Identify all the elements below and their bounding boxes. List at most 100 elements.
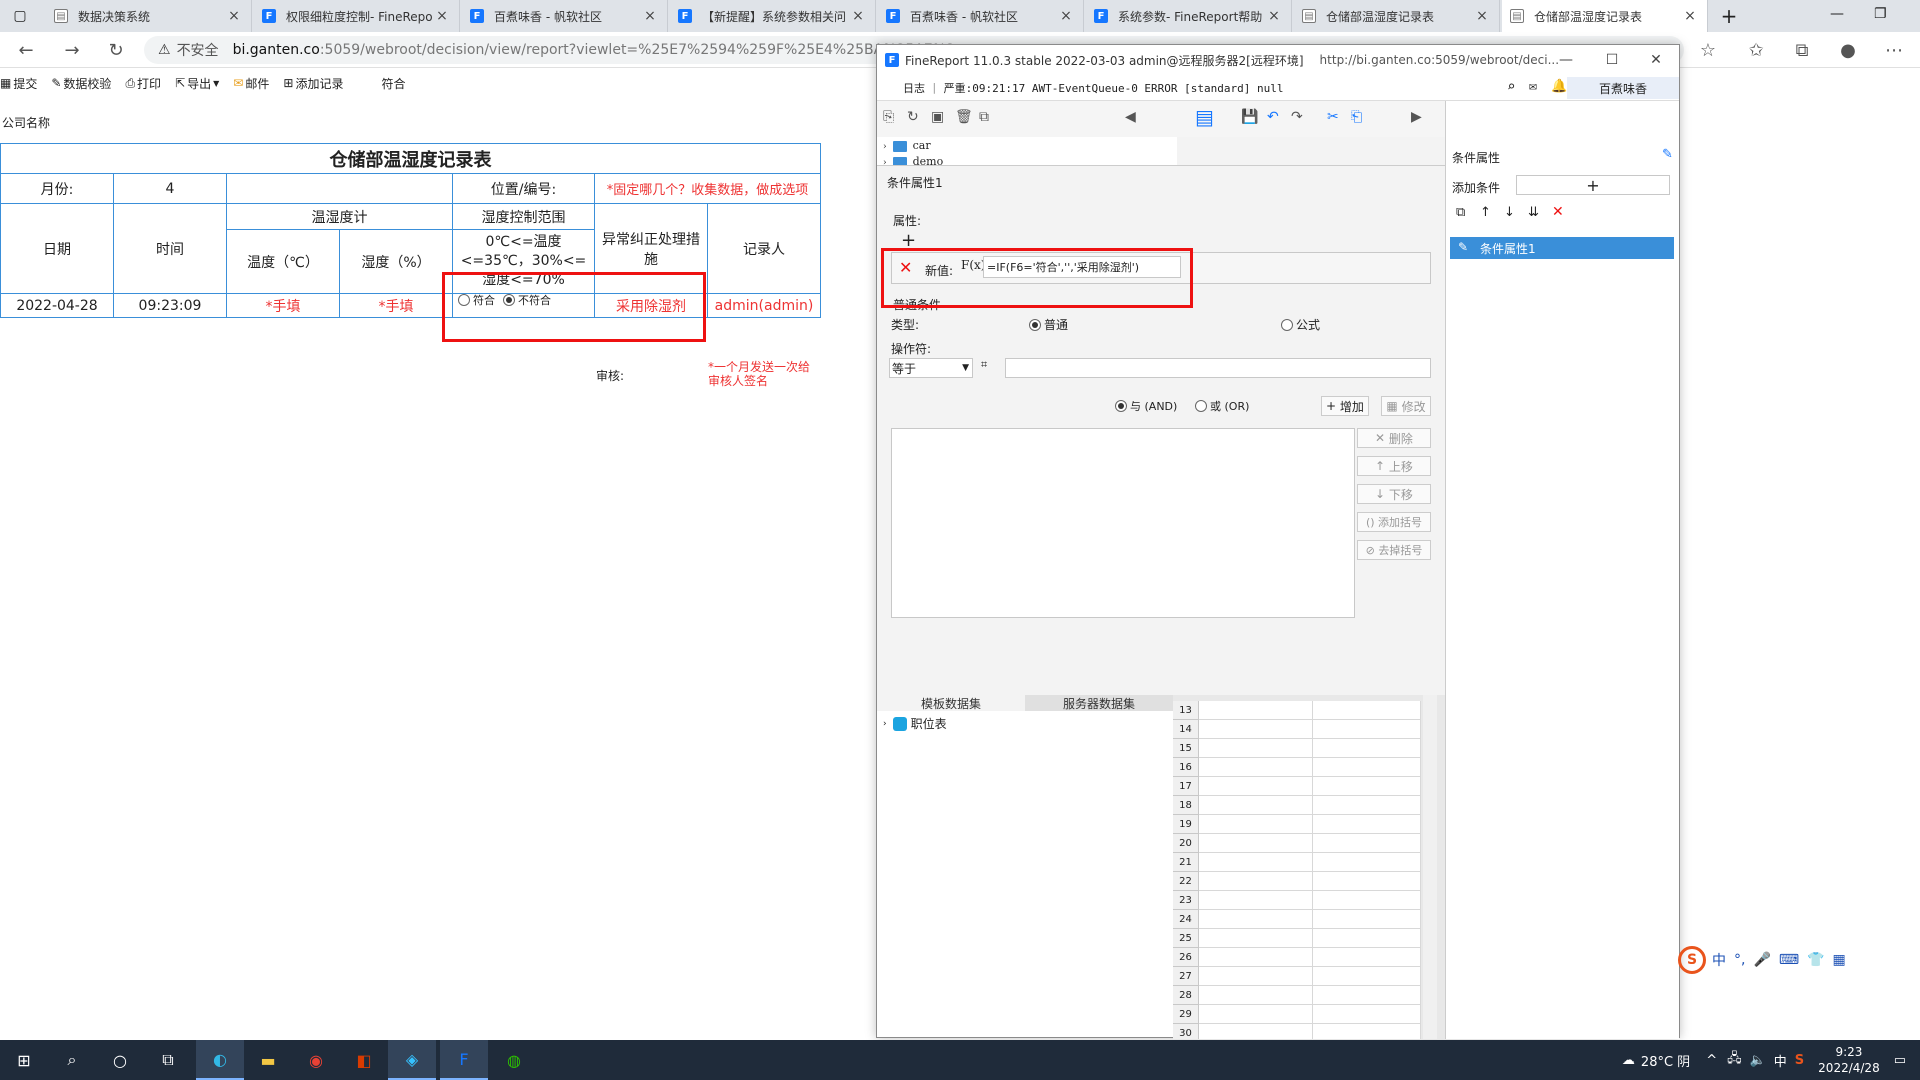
- grid-cell[interactable]: [1313, 948, 1421, 967]
- fr-minimize-button[interactable]: —: [1543, 45, 1589, 75]
- move-up-button[interactable]: ↑ 上移: [1357, 456, 1431, 476]
- grid-cell[interactable]: [1313, 777, 1421, 796]
- microphone-icon[interactable]: 🎤: [1753, 952, 1770, 968]
- collapse-left-icon[interactable]: ◀: [1125, 109, 1136, 125]
- tray-chevron-icon[interactable]: ^: [1706, 1053, 1717, 1068]
- row-number[interactable]: 21: [1173, 853, 1199, 872]
- or-radio[interactable]: 或 (OR): [1195, 398, 1249, 414]
- clock[interactable]: 9:23 2022/4/28: [1818, 1044, 1880, 1076]
- office-icon[interactable]: ◧: [340, 1040, 388, 1080]
- delete-icon[interactable]: 🗑: [955, 109, 973, 125]
- type-formula-radio[interactable]: 公式: [1281, 316, 1320, 333]
- grid-cell[interactable]: [1313, 739, 1421, 758]
- grid-cell[interactable]: [1313, 796, 1421, 815]
- finereport-taskbar-icon[interactable]: F: [440, 1040, 488, 1080]
- row-temperature[interactable]: *手填: [226, 293, 340, 318]
- favorites-bar-icon[interactable]: ✩: [1742, 36, 1770, 64]
- browser-tab[interactable]: ▤ 数据决策系统 ×: [46, 0, 252, 32]
- finebi-icon[interactable]: ◈: [388, 1040, 436, 1080]
- forward-button[interactable]: →: [58, 36, 86, 64]
- browser-tab[interactable]: F 权限细粒度控制- FineRepo ×: [254, 0, 460, 32]
- grid-cell[interactable]: [1199, 815, 1313, 834]
- row-number[interactable]: 16: [1173, 758, 1199, 777]
- browser-tab[interactable]: ▤ 仓储部温湿度记录表 ×: [1502, 0, 1708, 32]
- grid-cell[interactable]: [1199, 796, 1313, 815]
- browser-tab[interactable]: F 百煮味香 - 帆软社区 ×: [878, 0, 1084, 32]
- back-button[interactable]: ←: [12, 36, 40, 64]
- grid-cell[interactable]: [1199, 720, 1313, 739]
- condition-value-input[interactable]: [1005, 358, 1431, 378]
- volume-icon[interactable]: 🔈: [1750, 1053, 1766, 1068]
- tree-item-car[interactable]: › car: [883, 139, 931, 152]
- row-number[interactable]: 22: [1173, 872, 1199, 891]
- row-number[interactable]: 17: [1173, 777, 1199, 796]
- grid-scrollbar[interactable]: [1423, 695, 1437, 1039]
- cut-icon[interactable]: ✂: [1327, 109, 1339, 125]
- tab-close-icon[interactable]: ×: [433, 8, 451, 24]
- position-note[interactable]: *固定哪几个？收集数据，做成选项: [594, 173, 821, 204]
- grid-cell[interactable]: [1199, 986, 1313, 1005]
- message-icon[interactable]: ✉: [1529, 79, 1537, 94]
- grid-cell[interactable]: [1313, 1024, 1421, 1039]
- grid-cell[interactable]: [1313, 986, 1421, 1005]
- tab-close-icon[interactable]: ×: [1265, 8, 1283, 24]
- delete-condition-button[interactable]: ✕ 删除: [1357, 428, 1431, 448]
- data-verify-button[interactable]: ✎ 数据校验: [51, 75, 111, 92]
- new-tab-button[interactable]: +: [1716, 4, 1742, 28]
- tab-close-icon[interactable]: ×: [1057, 8, 1075, 24]
- condition-list[interactable]: [891, 428, 1355, 618]
- toolbox-icon[interactable]: ▦: [1833, 952, 1846, 968]
- dataset-item[interactable]: › 职位表: [883, 715, 947, 732]
- paste-icon[interactable]: ⎗: [1351, 109, 1362, 125]
- move-down-button[interactable]: ↓ 下移: [1357, 484, 1431, 504]
- search-icon[interactable]: ⌕: [1507, 79, 1515, 95]
- condition-list-item-selected[interactable]: ✎ 条件属性1: [1450, 237, 1674, 259]
- grid-cell[interactable]: [1199, 929, 1313, 948]
- tab-close-icon[interactable]: ×: [641, 8, 659, 24]
- row-number[interactable]: 27: [1173, 967, 1199, 986]
- add-condition-plus-button[interactable]: +: [1516, 175, 1670, 195]
- type-normal-radio[interactable]: 普通: [1029, 316, 1068, 333]
- add-condition-button[interactable]: + 增加: [1321, 396, 1369, 416]
- tab-close-icon[interactable]: ×: [849, 8, 867, 24]
- grid-cell[interactable]: [1313, 929, 1421, 948]
- row-number[interactable]: 19: [1173, 815, 1199, 834]
- open-folder-icon[interactable]: ▣: [931, 109, 944, 125]
- grid-cell[interactable]: [1313, 834, 1421, 853]
- profile-avatar[interactable]: ●: [1834, 36, 1862, 64]
- grid-cell[interactable]: [1199, 891, 1313, 910]
- grid-cell[interactable]: [1313, 1005, 1421, 1024]
- grid-cell[interactable]: [1313, 891, 1421, 910]
- window-minimize-button[interactable]: —: [1830, 6, 1844, 22]
- row-number[interactable]: 29: [1173, 1005, 1199, 1024]
- redo-icon[interactable]: ↷: [1291, 109, 1303, 125]
- report-grid[interactable]: 1314151617181920212223242526272829303132: [1173, 695, 1445, 1039]
- grid-cell[interactable]: [1199, 701, 1313, 720]
- add-record-button[interactable]: ⊞ 添加记录: [283, 75, 343, 92]
- keyboard-icon[interactable]: ⌨: [1779, 952, 1799, 968]
- new-file-icon[interactable]: ⎘: [883, 109, 894, 125]
- fr-maximize-button[interactable]: ☐: [1589, 45, 1635, 75]
- ime-punctuation[interactable]: °,: [1734, 952, 1745, 968]
- start-windows-icon[interactable]: ⊞: [0, 1040, 48, 1080]
- row-number[interactable]: 26: [1173, 948, 1199, 967]
- tab-close-icon[interactable]: ×: [1681, 8, 1699, 24]
- row-number[interactable]: 13: [1173, 701, 1199, 720]
- row-number[interactable]: 18: [1173, 796, 1199, 815]
- grid-cell[interactable]: [1313, 758, 1421, 777]
- expand-right-icon[interactable]: ▶: [1411, 109, 1422, 125]
- row-date[interactable]: 2022-04-28: [0, 293, 114, 318]
- task-view-icon[interactable]: ⧉: [144, 1040, 192, 1080]
- row-number[interactable]: 23: [1173, 891, 1199, 910]
- row-humidity[interactable]: *手填: [339, 293, 453, 318]
- row-number[interactable]: 20: [1173, 834, 1199, 853]
- copy-condition-icon[interactable]: ⧉: [1456, 205, 1465, 220]
- grid-cell[interactable]: [1199, 834, 1313, 853]
- window-restore-button[interactable]: ❐: [1874, 6, 1887, 22]
- print-button[interactable]: ⎙ 打印: [125, 75, 161, 92]
- add-bracket-button[interactable]: () 添加括号: [1357, 512, 1431, 532]
- email-button[interactable]: ✉ 邮件: [233, 75, 269, 92]
- undo-icon[interactable]: ↶: [1267, 109, 1279, 125]
- grid-cell[interactable]: [1313, 967, 1421, 986]
- arrow-down-icon[interactable]: ↓: [1504, 205, 1515, 220]
